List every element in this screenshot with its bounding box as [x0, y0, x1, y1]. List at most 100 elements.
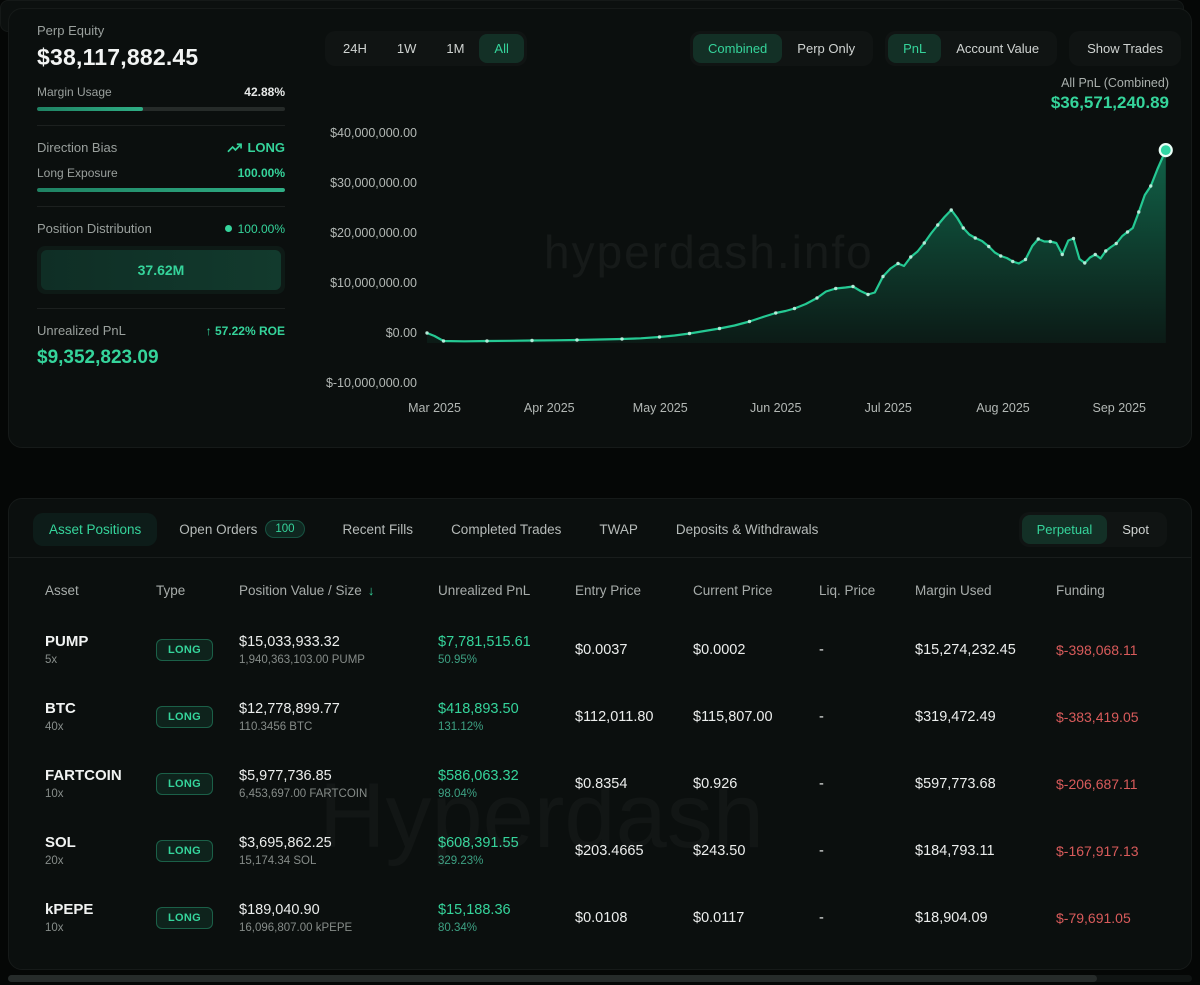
tab-label: Recent Fills [343, 522, 414, 537]
mode-button-combined[interactable]: Combined [693, 34, 782, 63]
entry-price-cell: $112,011.80 [575, 709, 693, 725]
data-point [962, 226, 965, 229]
table-header-row: AssetTypePosition Value / Size↓Unrealize… [9, 564, 1191, 616]
position-size: 110.3456 BTC [239, 721, 438, 733]
direction-bias-section: Direction Bias LONG Long Exposure 100.00… [37, 140, 285, 192]
data-point [718, 327, 721, 330]
column-header-unrealized-pnl[interactable]: Unrealized PnL [438, 583, 575, 598]
current-price-cell: $115,807.00 [693, 709, 819, 725]
range-button-1w[interactable]: 1W [382, 34, 432, 63]
perp-equity-section: Perp Equity $38,117,882.45 Margin Usage … [37, 23, 285, 111]
unrealized-pnl-cell: $586,063.3298.04% [438, 768, 575, 800]
data-point [1137, 210, 1140, 213]
data-point [851, 285, 854, 288]
data-point [1115, 242, 1118, 245]
position-value: $15,033,933.32 [239, 634, 438, 650]
range-button-all[interactable]: All [479, 34, 523, 63]
tab-completed-trades[interactable]: Completed Trades [435, 513, 577, 546]
trending-up-icon [227, 142, 242, 154]
data-point [999, 254, 1002, 257]
data-point [1072, 237, 1075, 240]
column-header-funding[interactable]: Funding [1056, 583, 1167, 598]
data-point [620, 337, 623, 340]
data-point [793, 307, 796, 310]
market-button-perpetual[interactable]: Perpetual [1022, 515, 1108, 544]
long-badge: LONG [156, 639, 213, 661]
metric-button-account-value[interactable]: Account Value [941, 34, 1054, 63]
position-distribution-bar: 37.62M [37, 246, 285, 294]
long-exposure-value: 100.00% [238, 166, 285, 180]
mode-toggle-group: CombinedPerp Only [690, 31, 873, 66]
data-point [1126, 230, 1129, 233]
long-badge: LONG [156, 840, 213, 862]
table-row[interactable]: FARTCOIN10xLONG$5,977,736.856,453,697.00… [9, 750, 1191, 817]
data-point [974, 236, 977, 239]
tab-recent-fills[interactable]: Recent Fills [327, 513, 430, 546]
unrealized-pnl-label: Unrealized PnL [37, 323, 126, 338]
column-header-liq-price[interactable]: Liq. Price [819, 583, 915, 598]
unrealized-pnl-value: $7,781,515.61 [438, 634, 575, 650]
position-value-cell: $189,040.9016,096,807.00 kPEPE [239, 902, 438, 934]
metric-button-pnl[interactable]: PnL [888, 34, 941, 63]
unrealized-pnl-value: $418,893.50 [438, 701, 575, 717]
liq-price-cell: - [819, 709, 915, 725]
data-point [425, 331, 428, 334]
data-point [866, 293, 869, 296]
position-value-cell: $15,033,933.321,940,363,103.00 PUMP [239, 634, 438, 666]
range-button-1m[interactable]: 1M [431, 34, 479, 63]
asset-name: BTC [45, 700, 156, 717]
data-point [1094, 253, 1097, 256]
market-button-spot[interactable]: Spot [1107, 515, 1164, 544]
column-header-margin-used[interactable]: Margin Used [915, 583, 1056, 598]
long-badge: LONG [156, 706, 213, 728]
data-point [1037, 237, 1040, 240]
column-header-current-price[interactable]: Current Price [693, 583, 819, 598]
type-cell: LONG [156, 639, 239, 661]
range-button-24h[interactable]: 24H [328, 34, 382, 63]
position-distribution-section: Position Distribution 100.00% 37.62M [37, 221, 285, 294]
asset-leverage: 10x [45, 922, 156, 934]
column-header-asset[interactable]: Asset [45, 583, 156, 598]
tab-deposits-withdrawals[interactable]: Deposits & Withdrawals [660, 513, 835, 546]
asset-leverage: 40x [45, 721, 156, 733]
margin-used-cell: $184,793.11 [915, 843, 1056, 859]
table-row[interactable]: SOL20xLONG$3,695,862.2515,174.34 SOL$608… [9, 817, 1191, 884]
funding-cell: $-79,691.05 [1056, 910, 1167, 926]
asset-cell: BTC 40x [45, 700, 156, 733]
margin-used-cell: $319,472.49 [915, 709, 1056, 725]
table-row[interactable]: BTC40xLONG$12,778,899.77110.3456 BTC$418… [9, 683, 1191, 750]
tab-twap[interactable]: TWAP [583, 513, 654, 546]
x-axis-tick: Aug 2025 [976, 401, 1030, 415]
y-axis-tick: $10,000,000.00 [330, 276, 417, 290]
asset-cell: PUMP5x [45, 633, 156, 666]
x-axis-tick: May 2025 [633, 401, 688, 415]
tab-asset-positions[interactable]: Asset Positions [33, 513, 157, 546]
show-trades-button-show-trades[interactable]: Show Trades [1072, 34, 1178, 63]
unrealized-pnl-roe: 57.22% ROE [215, 324, 285, 338]
position-value: $3,695,862.25 [239, 835, 438, 851]
unrealized-pnl-percent: 329.23% [438, 855, 575, 867]
all-pnl-value: $36,571,240.89 [309, 93, 1169, 113]
data-point [1083, 261, 1086, 264]
tab-open-orders[interactable]: Open Orders100 [163, 511, 320, 547]
type-cell: LONG [156, 840, 239, 862]
horizontal-scrollbar[interactable] [8, 975, 1192, 982]
asset-leverage: 10x [45, 788, 156, 800]
data-point [815, 296, 818, 299]
position-value: $189,040.90 [239, 902, 438, 918]
column-header-entry-price[interactable]: Entry Price [575, 583, 693, 598]
table-row[interactable]: PUMP5xLONG $15,033,933.321,940,363,103.00… [9, 616, 1191, 683]
scrollbar-thumb[interactable] [8, 975, 1097, 982]
column-header-type[interactable]: Type [156, 583, 239, 598]
pnl-line-chart: $40,000,000.00$30,000,000.00$20,000,000.… [309, 115, 1183, 420]
y-axis-tick: $-10,000,000.00 [326, 376, 417, 390]
latest-point-marker [1160, 144, 1172, 156]
table-row[interactable]: kPEPE10xLONG$189,040.9016,096,807.00 kPE… [9, 884, 1191, 951]
y-axis-tick: $0.00 [386, 326, 417, 340]
asset-cell: FARTCOIN10x [45, 767, 156, 800]
unrealized-pnl-value: $608,391.55 [438, 835, 575, 851]
column-header-position-value-size[interactable]: Position Value / Size↓ [239, 583, 438, 598]
mode-button-perp-only[interactable]: Perp Only [782, 34, 870, 63]
long-exposure-label: Long Exposure [37, 166, 118, 180]
pnl-chart[interactable]: hyperdash.info $40,000,000.00$30,000,000… [309, 115, 1183, 425]
